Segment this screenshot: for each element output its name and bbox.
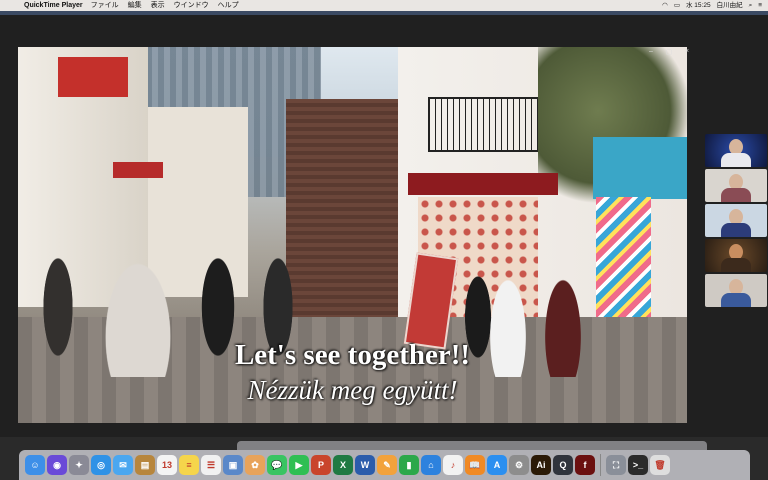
messages-icon[interactable]: 💬 <box>267 455 287 475</box>
window-bottom-edge <box>237 441 707 450</box>
safari-icon[interactable]: ◎ <box>91 455 111 475</box>
app-name-menu[interactable]: QuickTime Player <box>24 0 83 11</box>
wifi-icon[interactable]: ◠ <box>662 0 668 11</box>
mail-icon[interactable]: ✉ <box>113 455 133 475</box>
terminal-icon[interactable]: >_ <box>628 455 648 475</box>
music-icon[interactable]: ♪ <box>443 455 463 475</box>
participant-video[interactable] <box>705 204 767 237</box>
screenshot-icon[interactable]: ⛶ <box>606 455 626 475</box>
participant-body <box>721 258 751 272</box>
close-icon[interactable]: × <box>681 48 693 56</box>
finder-icon[interactable]: ☺ <box>25 455 45 475</box>
preview-icon[interactable]: ▣ <box>223 455 243 475</box>
calendar-icon[interactable]: 13 <box>157 455 177 475</box>
menu-bar: QuickTime Player ファイル 編集 表示 ウインドウ ヘルプ ◠ … <box>0 0 768 11</box>
numbers-icon[interactable]: ▮ <box>399 455 419 475</box>
participant-video[interactable] <box>705 239 767 272</box>
zoom-window: Let's see together!! Nézzük meg együtt! … <box>0 11 768 437</box>
video-shop-awning <box>408 173 558 195</box>
books-icon[interactable]: 📖 <box>465 455 485 475</box>
menu-view[interactable]: 表示 <box>151 0 165 11</box>
window-top-strip <box>0 11 768 15</box>
control-center-icon[interactable]: ≡ <box>758 0 762 11</box>
menu-edit[interactable]: 編集 <box>128 0 142 11</box>
participant-body <box>721 153 751 167</box>
participant-video[interactable] <box>705 274 767 307</box>
menu-help[interactable]: ヘルプ <box>218 0 239 11</box>
user-name[interactable]: 白川由紀 <box>717 0 743 11</box>
participant-body <box>721 223 751 237</box>
powerpoint-icon[interactable]: P <box>311 455 331 475</box>
pages-icon[interactable]: ✎ <box>377 455 397 475</box>
quicktime-icon[interactable]: Q <box>553 455 573 475</box>
notes-icon[interactable]: ≡ <box>179 455 199 475</box>
minimize-icon[interactable]: – <box>645 48 657 56</box>
video-teal-awning <box>593 137 687 199</box>
status-menus: ◠ ▭ 水 15:25 白川由紀 ⌕ ≡ <box>662 0 762 11</box>
menu-file[interactable]: ファイル <box>91 0 119 11</box>
battery-icon[interactable]: ▭ <box>674 0 680 11</box>
video-red-awning-2 <box>113 162 163 178</box>
dock-separator <box>600 454 601 476</box>
word-icon[interactable]: W <box>355 455 375 475</box>
caption-english: Let's see together!! <box>234 339 471 371</box>
search-icon[interactable]: ⌕ <box>749 0 753 11</box>
excel-icon[interactable]: X <box>333 455 353 475</box>
photos-icon[interactable]: ✿ <box>245 455 265 475</box>
video-window-controls: – ▢ × <box>645 48 693 56</box>
keynote-icon[interactable]: ⌂ <box>421 455 441 475</box>
restore-icon[interactable]: ▢ <box>663 48 675 56</box>
menu-window[interactable]: ウインドウ <box>174 0 209 11</box>
participant-body <box>721 293 751 307</box>
shared-video[interactable]: Let's see together!! Nézzük meg együtt! <box>18 47 687 423</box>
video-red-awning <box>58 57 128 97</box>
siri-icon[interactable]: ◉ <box>47 455 67 475</box>
illustrator-icon[interactable]: Ai <box>531 455 551 475</box>
caption-hungarian: Nézzük meg együtt! <box>247 375 458 405</box>
facetime-icon[interactable]: ▶ <box>289 455 309 475</box>
participant-thumbnails <box>705 134 768 307</box>
system-preferences-icon[interactable]: ⚙ <box>509 455 529 475</box>
participant-video[interactable] <box>705 169 767 202</box>
reminders-icon[interactable]: ☰ <box>201 455 221 475</box>
launchpad-icon[interactable]: ✦ <box>69 455 89 475</box>
notes-folder-icon[interactable]: ▤ <box>135 455 155 475</box>
participant-body <box>721 188 751 202</box>
participant-video[interactable] <box>705 134 767 167</box>
flash-icon[interactable]: f <box>575 455 595 475</box>
trash-icon[interactable]: 🗑 <box>650 455 670 475</box>
dock: ☺ ◉ ✦ ◎ ✉ ▤ 13 ≡ ☰ ▣ ✿ 💬 ▶ P X W ✎ ▮ ⌂ ♪ 📖 A ⚙ Ai Qf ⛶ >_ 🗑 <box>19 450 750 480</box>
clock[interactable]: 水 15:25 <box>686 0 711 11</box>
app-store-icon[interactable]: A <box>487 455 507 475</box>
